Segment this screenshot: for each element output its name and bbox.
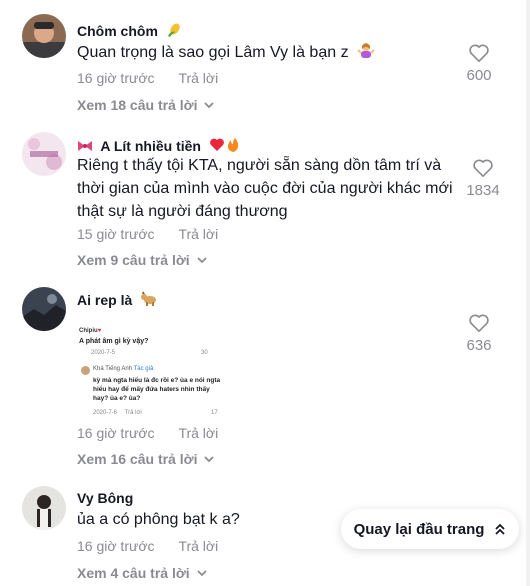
image-date2: 2020-7-6: [93, 410, 118, 416]
reply-button[interactable]: Trả lời: [178, 226, 218, 242]
avatar[interactable]: [22, 14, 66, 58]
comment-text: Riêng t thấy tội KTA, người sẵn sàng dồn…: [77, 157, 453, 220]
double-chevron-up-icon: [495, 523, 506, 535]
like-count: 1834: [466, 182, 500, 199]
image-date1: 2020-7-5: [91, 350, 116, 356]
image-user1: Chipiu: [79, 328, 98, 334]
like-column: 1834: [463, 158, 503, 199]
avatar-image: [22, 287, 66, 331]
avatar[interactable]: [22, 287, 66, 331]
comment-meta: 16 giờ trước Trả lời: [77, 425, 218, 441]
comment-meta: 16 giờ trước Trả lời: [77, 538, 218, 554]
like-column: 636: [459, 313, 499, 354]
view-replies-button[interactable]: Xem 4 câu trả lời: [77, 565, 208, 581]
like-column: 600: [459, 43, 499, 84]
comment-time: 16 giờ trước: [77, 70, 155, 86]
image-text2: kỳ mà ngta hiểu là đc rồi e? ủa e nói ng…: [93, 377, 221, 402]
like-count: 636: [466, 337, 492, 354]
back-to-top-label: Quay lại đầu trang: [353, 520, 485, 538]
like-count: 600: [466, 67, 492, 84]
chevron-down-icon: [197, 570, 207, 577]
image-user2: Khá Tiếng Anh: [93, 366, 133, 372]
view-replies-button[interactable]: Xem 16 câu trả lời: [77, 451, 215, 467]
avatar-image: [22, 486, 66, 530]
heart-icon[interactable]: [472, 158, 494, 178]
avatar-image: [22, 132, 66, 176]
image-reply2: Trả lời: [124, 410, 142, 416]
comment-meta: 15 giờ trước Trả lời: [77, 226, 218, 242]
image-avatar: [81, 366, 90, 375]
comment-attached-image[interactable]: Chipiu♥ A phát âm gì kỳ vậy? 2020-7-5 30…: [77, 322, 227, 422]
reply-button[interactable]: Trả lời: [178, 425, 218, 441]
chevron-down-icon: [197, 257, 207, 264]
image-author-tag: Tác giả: [133, 366, 154, 372]
comment-username[interactable]: Chôm chôm: [77, 22, 182, 41]
woman-shrugging-emoji-icon: [357, 41, 375, 66]
view-replies-button[interactable]: Xem 18 câu trả lời: [77, 97, 215, 113]
image-text1: A phát âm gì kỳ vậy?: [79, 338, 149, 345]
avatar[interactable]: [22, 486, 66, 530]
avatar[interactable]: [22, 132, 66, 176]
comment-time: 15 giờ trước: [77, 226, 155, 242]
image-count1: 30: [201, 350, 208, 356]
chevron-down-icon: [204, 102, 215, 109]
chevron-down-icon: [204, 456, 215, 463]
comment-text: Quan trọng là sao gọi Lâm Vy là bạn z: [77, 41, 467, 66]
comment-time: 16 giờ trước: [77, 538, 155, 554]
reply-button[interactable]: Trả lời: [178, 538, 218, 554]
back-to-top-button[interactable]: Quay lại đầu trang: [341, 509, 519, 549]
corn-emoji-icon: [166, 22, 182, 41]
avatar-image: [22, 14, 66, 58]
dog-emoji-icon: [140, 291, 158, 310]
heart-icon[interactable]: [468, 313, 490, 333]
comment-username[interactable]: Ai rep là: [77, 291, 158, 310]
comment-meta: 16 giờ trước Trả lời: [77, 70, 218, 86]
reply-button[interactable]: Trả lời: [178, 70, 218, 86]
heart-icon[interactable]: [468, 43, 490, 63]
image-count2: 17: [211, 410, 218, 416]
comment-time: 16 giờ trước: [77, 425, 155, 441]
view-replies-button[interactable]: Xem 9 câu trả lời: [77, 252, 208, 268]
scrollbar[interactable]: [526, 0, 530, 586]
comment-username[interactable]: Vy Bông: [77, 490, 133, 506]
